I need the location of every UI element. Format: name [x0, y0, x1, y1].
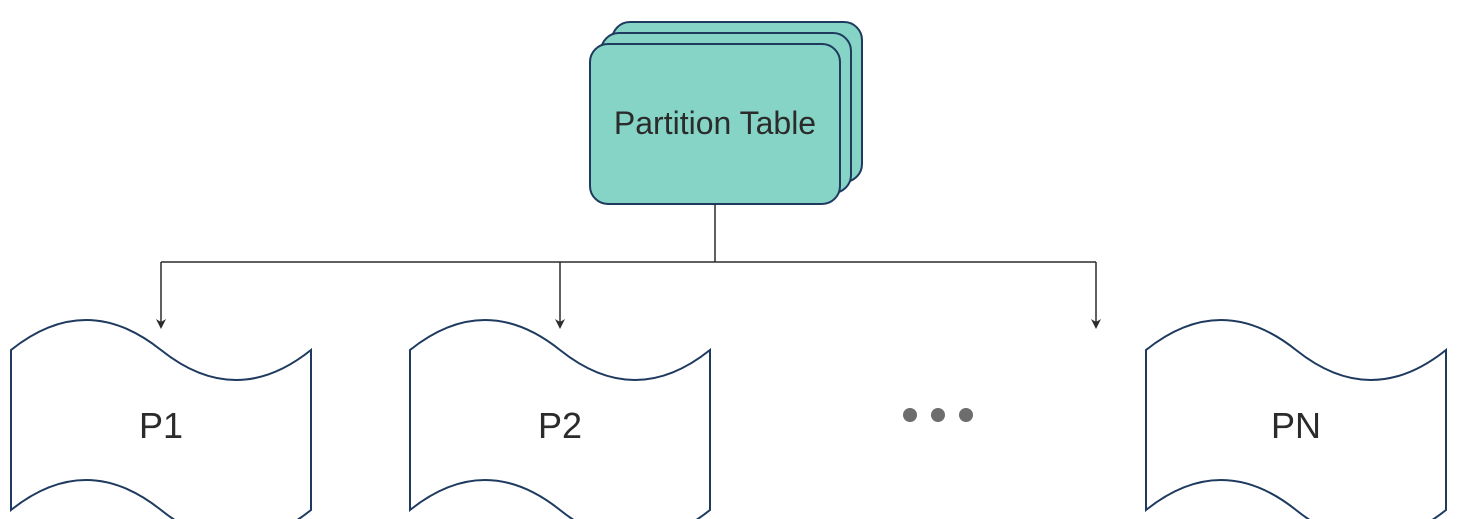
- partition-pn-label: PN: [1271, 405, 1321, 446]
- partition-table-label: Partition Table: [614, 105, 816, 141]
- partition-table-node: Partition Table: [590, 22, 862, 204]
- connectors: [161, 204, 1096, 326]
- partition-p2-node: P2: [410, 320, 710, 519]
- partition-pn-node: PN: [1146, 320, 1446, 519]
- partition-p1-label: P1: [139, 405, 183, 446]
- partition-p2-label: P2: [538, 405, 582, 446]
- partition-ellipsis: [903, 408, 973, 422]
- partition-diagram: Partition Table P1 P2 PN: [0, 0, 1459, 519]
- partition-p1-node: P1: [11, 320, 311, 519]
